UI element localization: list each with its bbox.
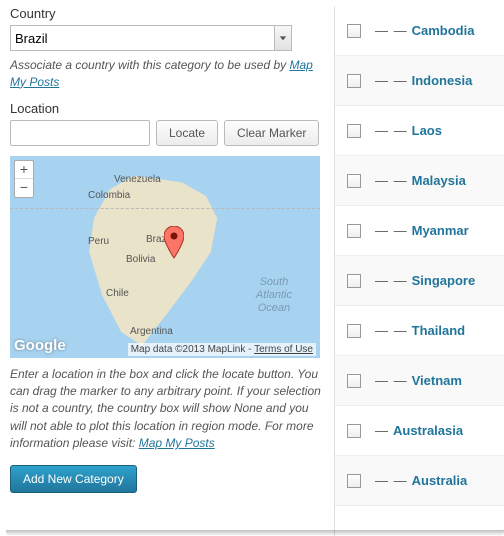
map-marker-icon[interactable] [164,226,184,260]
indent-dashes: — — [375,473,408,488]
category-link[interactable]: Singapore [412,273,476,288]
indent-dashes: — — [375,373,408,388]
map-label: Peru [88,236,109,247]
table-row: — — Indonesia [335,56,504,106]
indent-dashes: — — [375,323,408,338]
category-checkbox[interactable] [347,474,361,488]
indent-dashes: — — [375,223,408,238]
indent-dashes: — — [375,173,408,188]
indent-dashes: — — [375,73,408,88]
location-input[interactable] [10,120,150,146]
zoom-out-button[interactable]: − [15,179,33,197]
category-link[interactable]: Thailand [412,323,465,338]
country-select[interactable]: Brazil [10,25,292,51]
equator-line [10,208,320,209]
indent-dashes: — — [375,23,408,38]
map-widget[interactable]: + − Venezuela Colombia Brazil Peru Boliv… [10,156,320,358]
table-row: — — Australia [335,456,504,506]
table-row: — — Myanmar [335,206,504,256]
location-label: Location [10,101,324,116]
category-link[interactable]: Cambodia [412,23,475,38]
map-label: Argentina [130,326,173,337]
indent-dashes: — — [375,273,408,288]
table-row: — — Vietnam [335,356,504,406]
table-row: — — Cambodia [335,6,504,56]
category-link[interactable]: Laos [412,123,442,138]
google-logo: Google [14,337,66,354]
location-help-text: Enter a location in the box and click th… [10,366,324,453]
category-link[interactable]: Australia [412,473,468,488]
table-row: — — Thailand [335,306,504,356]
table-row: — — Singapore [335,256,504,306]
zoom-in-button[interactable]: + [15,161,33,179]
category-checkbox[interactable] [347,124,361,138]
map-label: Venezuela [114,174,161,185]
category-link[interactable]: Myanmar [412,223,469,238]
map-label: Colombia [88,190,130,201]
category-checkbox[interactable] [347,224,361,238]
category-checkbox[interactable] [347,174,361,188]
category-list: — — Cambodia— — Indonesia— — Laos— — Mal… [335,6,504,506]
clear-marker-button[interactable]: Clear Marker [224,120,319,146]
drop-shadow [6,530,504,536]
category-checkbox[interactable] [347,324,361,338]
category-checkbox[interactable] [347,74,361,88]
terms-link[interactable]: Terms of Use [254,344,313,355]
locate-button[interactable]: Locate [156,120,218,146]
category-link[interactable]: Vietnam [412,373,462,388]
map-label: Bolivia [126,254,155,265]
indent-dashes: — [375,423,389,438]
category-checkbox[interactable] [347,374,361,388]
country-label: Country [10,6,324,21]
category-checkbox[interactable] [347,424,361,438]
category-checkbox[interactable] [347,24,361,38]
table-row: — — Malaysia [335,156,504,206]
map-attribution: Map data ©2013 MapLink - Terms of Use [128,343,316,356]
category-link[interactable]: Malaysia [412,173,466,188]
ocean-label: SouthAtlanticOcean [256,276,292,316]
add-new-category-button[interactable]: Add New Category [10,465,137,493]
category-link[interactable]: Australasia [393,423,463,438]
table-row: — Australasia [335,406,504,456]
map-label: Chile [106,288,129,299]
country-help-text: Associate a country with this category t… [10,57,324,91]
indent-dashes: — — [375,123,408,138]
map-my-posts-link-2[interactable]: Map My Posts [139,436,215,450]
category-checkbox[interactable] [347,274,361,288]
table-row: — — Laos [335,106,504,156]
category-link[interactable]: Indonesia [412,73,473,88]
